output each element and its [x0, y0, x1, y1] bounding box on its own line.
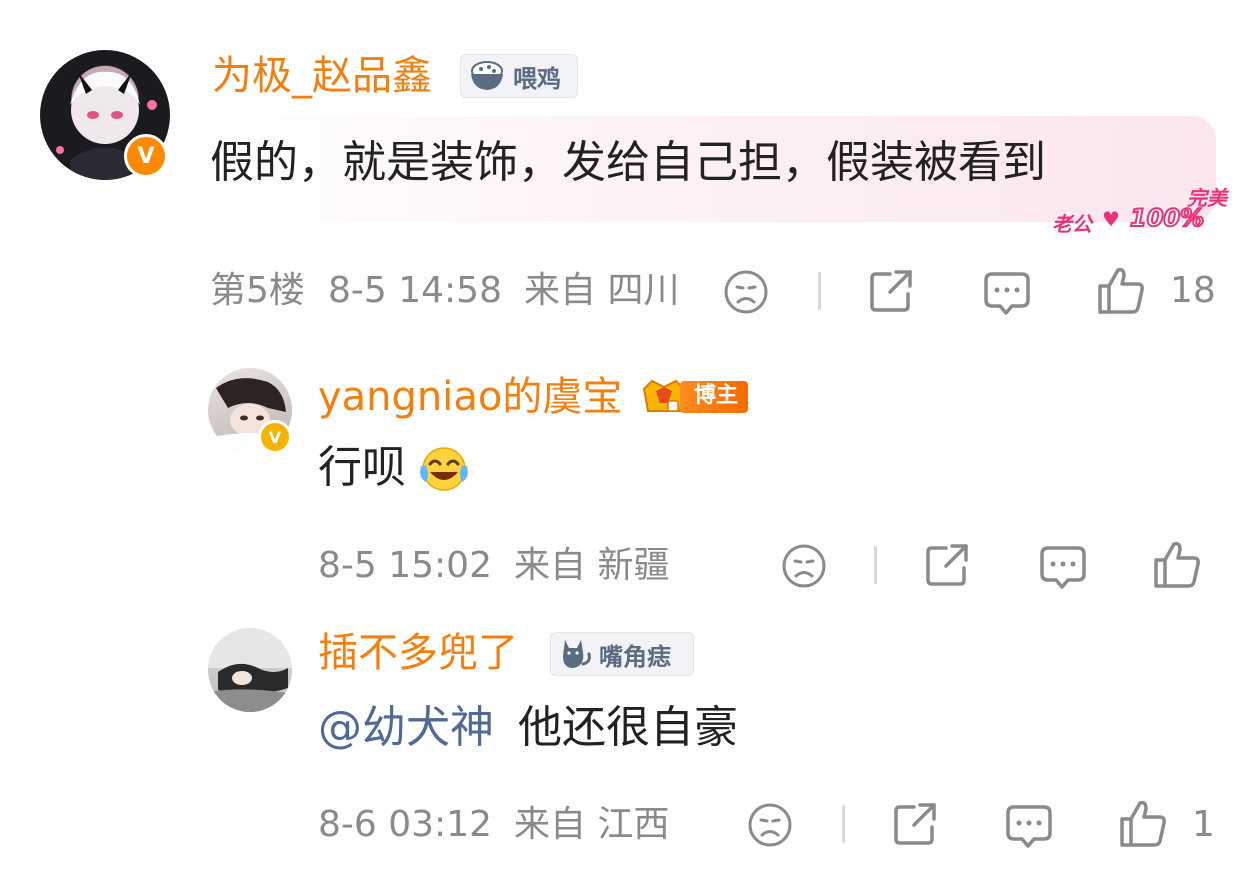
comment-icon[interactable]: [982, 268, 1032, 318]
cat-icon: [563, 640, 591, 668]
share-icon[interactable]: [922, 540, 972, 590]
like-icon[interactable]: [1152, 538, 1202, 590]
badge-label: 博主: [694, 383, 739, 408]
user-badge[interactable]: 嘴角痣: [550, 632, 694, 676]
location: 来自 江西: [514, 804, 670, 845]
like-count: 1: [1192, 804, 1215, 845]
comment-text: 他还很自豪: [518, 702, 738, 753]
user-badge[interactable]: 博主: [638, 375, 750, 417]
location: 来自 新疆: [514, 545, 670, 586]
user-badge[interactable]: 喂鸡: [460, 54, 578, 98]
comment-icon[interactable]: [1038, 542, 1088, 592]
comment-icon[interactable]: [1004, 801, 1054, 851]
laugh-cry-emoji: [420, 447, 468, 491]
share-icon[interactable]: [866, 266, 916, 316]
dislike-face-icon[interactable]: [780, 542, 828, 590]
like-icon[interactable]: [1096, 264, 1146, 316]
rice-bowl-icon: [471, 61, 503, 90]
comment-text: 假的，就是装饰，发给自己担，假装被看到: [210, 137, 1046, 188]
divider: [818, 272, 821, 310]
badge-label: 喂鸡: [513, 64, 561, 93]
username[interactable]: 插不多兜了: [318, 633, 518, 673]
location: 来自 四川: [524, 270, 680, 311]
bubble-decoration-line3: 100%: [1129, 203, 1205, 233]
dislike-face-icon[interactable]: [746, 801, 794, 849]
divider: [874, 546, 877, 584]
username[interactable]: yangniao的虞宝: [318, 377, 622, 417]
verified-badge: V: [258, 420, 292, 454]
timestamp: 8-6 03:12: [318, 804, 492, 845]
bubble-decoration: 完美 老公 ♥ 100%: [1050, 182, 1235, 236]
timestamp: 8-5 14:58: [328, 270, 502, 311]
mention-link[interactable]: @幼犬神: [318, 702, 494, 753]
username[interactable]: 为极_赵品鑫: [212, 56, 432, 96]
like-count: 18: [1170, 270, 1216, 311]
avatar[interactable]: [208, 628, 292, 712]
bubble-decoration-line2: 老公: [1052, 212, 1092, 236]
floor-number: 第5楼: [210, 270, 305, 311]
comment-text-row: @幼犬神 他还很自豪: [318, 706, 738, 750]
divider: [842, 805, 845, 843]
verified-badge: V: [124, 134, 168, 178]
like-icon[interactable]: [1118, 797, 1168, 849]
share-icon[interactable]: [890, 799, 940, 849]
dislike-face-icon[interactable]: [722, 268, 770, 316]
heart-icon: ♥: [1102, 207, 1120, 231]
timestamp: 8-5 15:02: [318, 545, 492, 586]
comment-text: 行呗: [318, 442, 406, 493]
badge-label: 嘴角痣: [599, 642, 671, 671]
